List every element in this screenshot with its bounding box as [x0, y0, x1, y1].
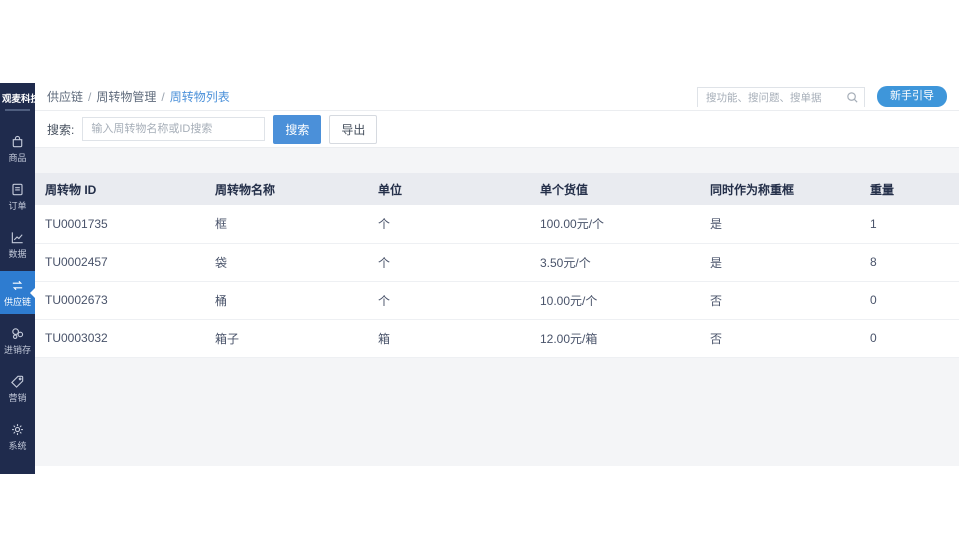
search-label: 搜索: [47, 121, 74, 138]
cell-turnover-id: TU0002673 [35, 281, 205, 319]
cell-turnover-name: 桶 [205, 281, 368, 319]
search-bar: 搜索: 搜索 导出 [35, 111, 959, 148]
breadcrumb-turnover-management[interactable]: 周转物管理 [96, 88, 156, 105]
order-doc-icon [10, 182, 25, 197]
supply-chain-icon [10, 278, 25, 293]
cell-turnover-name: 框 [205, 205, 368, 243]
logo-tagline [5, 109, 30, 111]
top-bar: 供应链 / 周转物管理 / 周转物列表 新手引导 [35, 83, 959, 111]
table-row: TU0003032 箱子 箱 12.00元/箱 否 0 [35, 319, 959, 357]
turnover-table: 周转物 ID 周转物名称 单位 单个货值 同时作为称重框 重量 TU000173… [35, 173, 959, 358]
sidebar-item-label: 数据 [8, 247, 26, 260]
table-row: TU0002457 袋 个 3.50元/个 是 8 [35, 243, 959, 281]
data-chart-icon [10, 230, 25, 245]
cell-turnover-id: TU0003032 [35, 319, 205, 357]
sidebar-nav: 商品 订单 数据 [0, 127, 35, 458]
sidebar-item-label: 系统 [8, 439, 26, 452]
search-icon [846, 91, 859, 104]
sidebar-item-inventory[interactable]: 进销存 [0, 319, 35, 362]
sidebar-item-label: 进销存 [4, 343, 31, 356]
goods-bag-icon [10, 134, 25, 149]
cell-unit: 个 [368, 281, 530, 319]
table-row: TU0001735 框 个 100.00元/个 是 1 [35, 205, 959, 243]
main-content: 供应链 / 周转物管理 / 周转物列表 新手引导 [35, 83, 959, 466]
sidebar-item-label: 营销 [8, 391, 26, 404]
cell-weighing-frame: 是 [700, 205, 860, 243]
cell-weight: 0 [860, 281, 959, 319]
breadcrumb-separator: / [161, 90, 164, 104]
col-turnover-id: 周转物 ID [35, 173, 205, 205]
search-button[interactable]: 搜索 [273, 115, 321, 144]
sidebar-item-supply-chain[interactable]: 供应链 [0, 271, 35, 314]
sidebar-item-label: 商品 [8, 151, 26, 164]
cell-weighing-frame: 是 [700, 243, 860, 281]
col-weight: 重量 [860, 173, 959, 205]
breadcrumb-supply-chain[interactable]: 供应链 [47, 88, 83, 105]
sidebar-item-label: 供应链 [4, 295, 31, 308]
global-search-box [697, 87, 865, 107]
sidebar-item-orders[interactable]: 订单 [0, 175, 35, 218]
logo: 观麦科技 [0, 83, 35, 107]
newbie-guide-button[interactable]: 新手引导 [877, 86, 947, 107]
cell-turnover-id: TU0002457 [35, 243, 205, 281]
table-row: TU0002673 桶 个 10.00元/个 否 0 [35, 281, 959, 319]
cell-unit: 箱 [368, 319, 530, 357]
export-button[interactable]: 导出 [329, 115, 377, 144]
system-gear-icon [10, 422, 25, 437]
col-unit: 单位 [368, 173, 530, 205]
cell-weighing-frame: 否 [700, 319, 860, 357]
col-weighing-frame: 同时作为称重框 [700, 173, 860, 205]
global-search-input[interactable] [698, 89, 864, 107]
cell-turnover-name: 箱子 [205, 319, 368, 357]
cell-unit: 个 [368, 243, 530, 281]
cell-unit-value: 10.00元/个 [530, 281, 700, 319]
turnover-search-input[interactable] [82, 117, 265, 141]
cell-unit-value: 12.00元/箱 [530, 319, 700, 357]
sidebar: 观麦科技 商品 订单 [0, 83, 35, 474]
topbar-right: 新手引导 [697, 86, 947, 107]
cell-unit-value: 3.50元/个 [530, 243, 700, 281]
sidebar-item-system[interactable]: 系统 [0, 415, 35, 458]
sidebar-item-label: 订单 [8, 199, 26, 212]
sidebar-item-marketing[interactable]: 营销 [0, 367, 35, 410]
app-window: 观麦科技 商品 订单 [0, 83, 959, 474]
sidebar-item-data[interactable]: 数据 [0, 223, 35, 266]
breadcrumb-separator: / [88, 90, 91, 104]
cell-unit: 个 [368, 205, 530, 243]
cell-weight: 8 [860, 243, 959, 281]
cell-weight: 1 [860, 205, 959, 243]
cell-weighing-frame: 否 [700, 281, 860, 319]
col-unit-value: 单个货值 [530, 173, 700, 205]
cell-turnover-id: TU0001735 [35, 205, 205, 243]
sidebar-item-goods[interactable]: 商品 [0, 127, 35, 170]
cell-weight: 0 [860, 319, 959, 357]
inventory-icon [10, 326, 25, 341]
marketing-tag-icon [10, 374, 25, 389]
col-turnover-name: 周转物名称 [205, 173, 368, 205]
table-body: TU0001735 框 个 100.00元/个 是 1 TU0002457 袋 … [35, 205, 959, 357]
table-header: 周转物 ID 周转物名称 单位 单个货值 同时作为称重框 重量 [35, 173, 959, 205]
cell-unit-value: 100.00元/个 [530, 205, 700, 243]
cell-turnover-name: 袋 [205, 243, 368, 281]
breadcrumb: 供应链 / 周转物管理 / 周转物列表 [47, 88, 230, 105]
breadcrumb-turnover-list[interactable]: 周转物列表 [170, 88, 230, 105]
